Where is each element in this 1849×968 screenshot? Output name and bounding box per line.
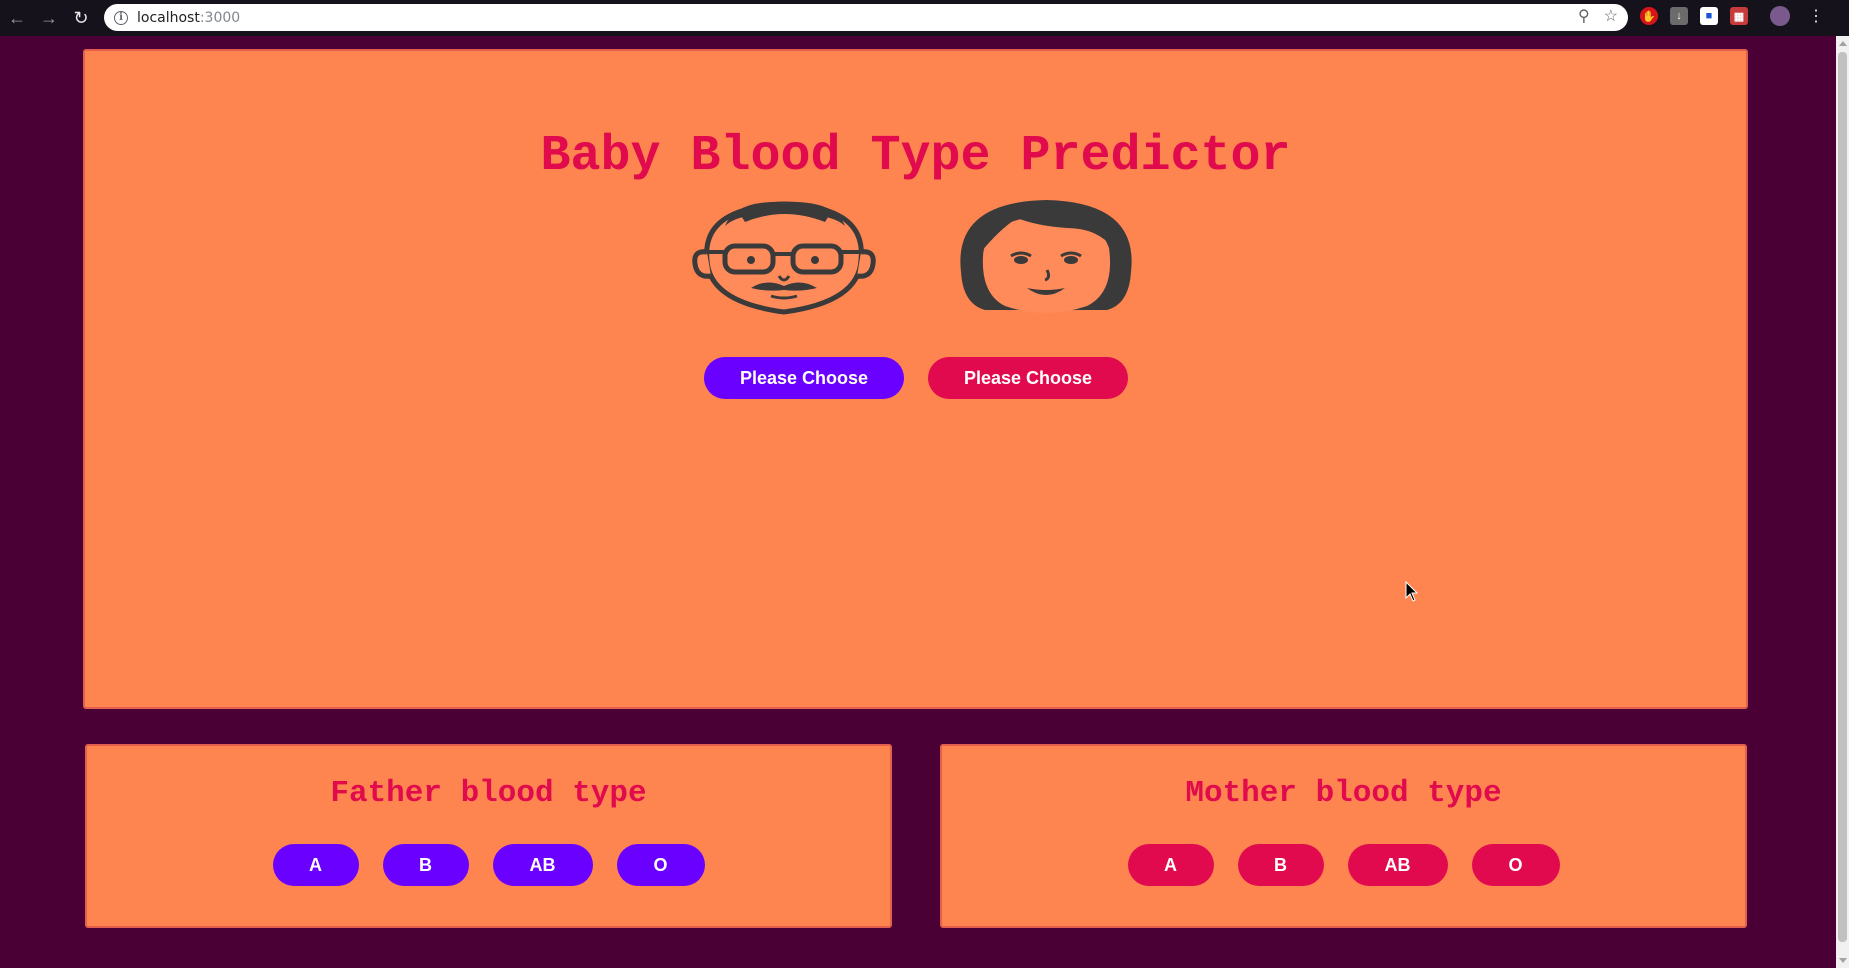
scroll-up-arrow-icon[interactable]: [1839, 41, 1847, 46]
mother-type-a-button[interactable]: A: [1127, 844, 1214, 886]
back-icon[interactable]: ←: [2, 3, 32, 33]
site-info-icon[interactable]: i: [114, 10, 128, 25]
father-type-o-button[interactable]: O: [616, 844, 705, 886]
mother-type-buttons: A B AB O: [942, 844, 1745, 886]
profile-avatar[interactable]: [1770, 6, 1790, 26]
father-type-a-button[interactable]: A: [272, 844, 359, 886]
mother-face-icon: [960, 200, 1132, 313]
forward-icon[interactable]: →: [34, 3, 64, 33]
zoom-icon[interactable]: ⚲: [1578, 7, 1590, 27]
url-port: :3000: [199, 9, 241, 26]
mother-blood-type-panel: Mother blood type A B AB O: [940, 744, 1747, 928]
father-face-icon: [692, 201, 876, 315]
bookmark-star-icon[interactable]: ☆: [1604, 7, 1618, 27]
father-type-b-button[interactable]: B: [382, 844, 469, 886]
extension-stop-icon[interactable]: ✋: [1640, 7, 1658, 25]
extension-grid-icon[interactable]: ▦: [1730, 7, 1748, 25]
mother-type-b-button[interactable]: B: [1237, 844, 1324, 886]
father-blood-type-panel: Father blood type A B AB O: [85, 744, 892, 928]
reload-icon[interactable]: ↻: [66, 3, 96, 33]
scrollbar-thumb[interactable]: [1838, 52, 1847, 942]
father-type-buttons: A B AB O: [87, 844, 890, 886]
page-scrollbar[interactable]: [1836, 36, 1849, 968]
mother-panel-title: Mother blood type: [1185, 776, 1502, 811]
father-panel-title: Father blood type: [330, 776, 647, 811]
predictor-card: Baby Blood Type Predictor Please Choose …: [83, 49, 1748, 709]
scroll-down-arrow-icon[interactable]: [1839, 958, 1847, 963]
page-title: Baby Blood Type Predictor: [540, 128, 1291, 185]
father-blood-type-select-button[interactable]: Please Choose: [704, 357, 904, 399]
mother-blood-type-select-button[interactable]: Please Choose: [928, 357, 1128, 399]
url-host: localhost: [137, 9, 200, 26]
extension-flag-icon[interactable]: ■: [1700, 7, 1718, 25]
browser-menu-icon[interactable]: ⋮: [1808, 6, 1824, 26]
father-type-ab-button[interactable]: AB: [492, 844, 593, 886]
address-bar[interactable]: i localhost:3000 ⚲ ☆: [104, 4, 1628, 31]
mother-type-o-button[interactable]: O: [1471, 844, 1560, 886]
extension-download-icon[interactable]: ↓: [1670, 7, 1688, 25]
mother-type-ab-button[interactable]: AB: [1347, 844, 1448, 886]
address-url[interactable]: localhost:3000: [137, 10, 240, 26]
browser-toolbar: ← → ↻ i localhost:3000 ⚲ ☆ ✋ ↓ ■ ▦ ⋮: [0, 0, 1849, 36]
mouse-cursor-icon: [1405, 581, 1419, 602]
